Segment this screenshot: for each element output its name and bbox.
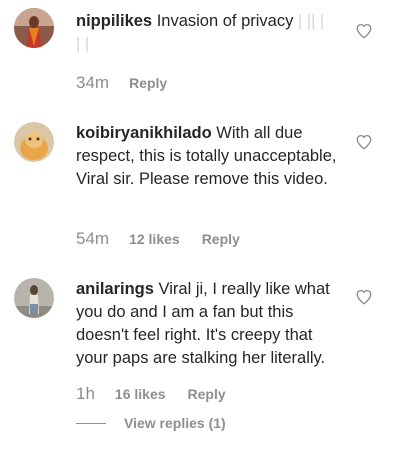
comment-username[interactable]: nippilikes	[76, 12, 152, 30]
heart-outline-icon[interactable]	[355, 22, 373, 40]
reply-button[interactable]: Reply	[129, 75, 167, 91]
heart-outline-icon[interactable]	[355, 288, 373, 306]
comment-text: nippilikes Invasion of privacy | || | | …	[76, 10, 348, 56]
comment-username[interactable]: koibiryanikhilado	[76, 124, 212, 142]
comment-timestamp[interactable]: 1h	[76, 384, 95, 404]
avatar[interactable]	[14, 278, 54, 318]
comment-faded-text: | || |	[297, 12, 325, 30]
comment-meta: 54m 12 likes Reply	[76, 228, 240, 250]
view-replies-button[interactable]: View replies (1)	[76, 412, 226, 434]
avatar[interactable]	[14, 8, 54, 48]
comment-body: Invasion of privacy	[156, 12, 294, 30]
comment-item: koibiryanikhilado With all due respect, …	[0, 110, 405, 260]
comment-meta: 34m Reply	[76, 72, 167, 94]
reply-button[interactable]: Reply	[188, 386, 226, 402]
comment-text: anilarings Viral ji, I really like what …	[76, 278, 348, 370]
avatar[interactable]	[14, 122, 54, 162]
comment-timestamp[interactable]: 34m	[76, 73, 109, 93]
comment-meta: 1h 16 likes Reply	[76, 383, 226, 405]
view-replies-divider	[76, 422, 106, 424]
comment-item: nippilikes Invasion of privacy | || | | …	[0, 0, 405, 100]
heart-outline-icon[interactable]	[355, 133, 373, 151]
comment-timestamp[interactable]: 54m	[76, 229, 109, 249]
comment-text: koibiryanikhilado With all due respect, …	[76, 122, 348, 191]
comment-username[interactable]: anilarings	[76, 280, 154, 298]
view-replies-label: View replies (1)	[124, 415, 226, 431]
comment-faded-text-line2: | |	[76, 35, 90, 53]
reply-button[interactable]: Reply	[202, 231, 240, 247]
likes-count[interactable]: 16 likes	[115, 386, 166, 402]
likes-count[interactable]: 12 likes	[129, 231, 180, 247]
